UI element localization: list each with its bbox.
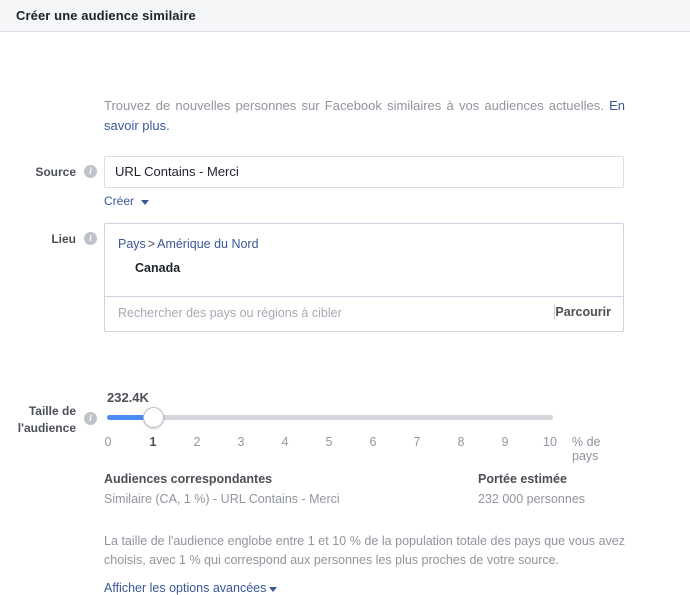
slider-tick-9[interactable]: 9: [502, 435, 509, 449]
location-box: Pays>Amérique du Nord Canada Rechercher …: [104, 223, 624, 332]
slider-tick-3[interactable]: 3: [238, 435, 245, 449]
slider-tick-5[interactable]: 5: [326, 435, 333, 449]
dialog-header: Créer une audience similaire: [0, 0, 690, 32]
audience-size-label-line1: Taille de: [29, 404, 76, 418]
slider-ticks: 0 1 2 3 4 5 6 7 8 9 10 % de pays: [104, 435, 624, 453]
estimated-reach-heading: Portée estimée: [478, 472, 658, 486]
estimated-reach-value: 232 000 personnes: [478, 492, 658, 506]
estimated-reach-column: Portée estimée 232 000 personnes: [478, 472, 658, 506]
audience-size-label: Taille de l'audience: [0, 403, 76, 437]
info-icon[interactable]: i: [84, 412, 97, 425]
intro-description: Trouvez de nouvelles personnes sur Faceb…: [104, 98, 609, 113]
breadcrumb: Pays>Amérique du Nord: [118, 237, 259, 251]
info-icon[interactable]: i: [84, 232, 97, 245]
source-label: Source: [0, 164, 76, 180]
caret-down-icon: [141, 200, 149, 205]
selected-country[interactable]: Canada: [135, 261, 180, 275]
slider-tick-4[interactable]: 4: [282, 435, 289, 449]
slider-unit-label: % de pays: [572, 435, 624, 463]
dialog-title: Créer une audience similaire: [16, 8, 196, 23]
slider-tick-7[interactable]: 7: [414, 435, 421, 449]
breadcrumb-item-region[interactable]: Amérique du Nord: [157, 237, 258, 251]
slider-tick-8[interactable]: 8: [458, 435, 465, 449]
slider-thumb[interactable]: [143, 407, 164, 428]
show-advanced-options-link[interactable]: Afficher les options avancées: [104, 581, 277, 595]
matching-audiences-value: Similaire (CA, 1 %) - URL Contains - Mer…: [104, 492, 444, 506]
slider-tick-0[interactable]: 0: [105, 435, 112, 449]
location-divider: [105, 296, 623, 297]
slider-tick-2[interactable]: 2: [194, 435, 201, 449]
caret-down-icon: [269, 587, 277, 592]
create-source-label: Créer: [104, 194, 134, 208]
location-label: Lieu: [0, 231, 76, 247]
browse-button[interactable]: Parcourir: [555, 305, 611, 319]
matching-audiences-heading: Audiences correspondantes: [104, 472, 444, 486]
audience-size-slider[interactable]: 232.4K 0 1 2 3 4 5 6 7 8 9 10 % de pays: [104, 390, 624, 460]
intro-text: Trouvez de nouvelles personnes sur Faceb…: [104, 96, 625, 136]
audience-size-note: La taille de l'audience englobe entre 1 …: [104, 532, 625, 570]
breadcrumb-item-pays[interactable]: Pays: [118, 237, 146, 251]
slider-tick-6[interactable]: 6: [370, 435, 377, 449]
audience-size-value: 232.4K: [107, 390, 149, 405]
location-search-input[interactable]: Rechercher des pays ou régions à cibler: [118, 306, 342, 320]
info-icon[interactable]: i: [84, 165, 97, 178]
audience-size-label-line2: l'audience: [18, 421, 76, 435]
show-advanced-options-label: Afficher les options avancées: [104, 581, 266, 595]
slider-tick-1[interactable]: 1: [150, 435, 157, 449]
source-input[interactable]: URL Contains - Merci: [104, 156, 624, 188]
slider-tick-10[interactable]: 10: [543, 435, 557, 449]
create-source-link[interactable]: Créer: [104, 194, 149, 208]
breadcrumb-separator: >: [148, 237, 155, 251]
slider-track[interactable]: [107, 415, 553, 420]
matching-audiences-column: Audiences correspondantes Similaire (CA,…: [104, 472, 444, 506]
